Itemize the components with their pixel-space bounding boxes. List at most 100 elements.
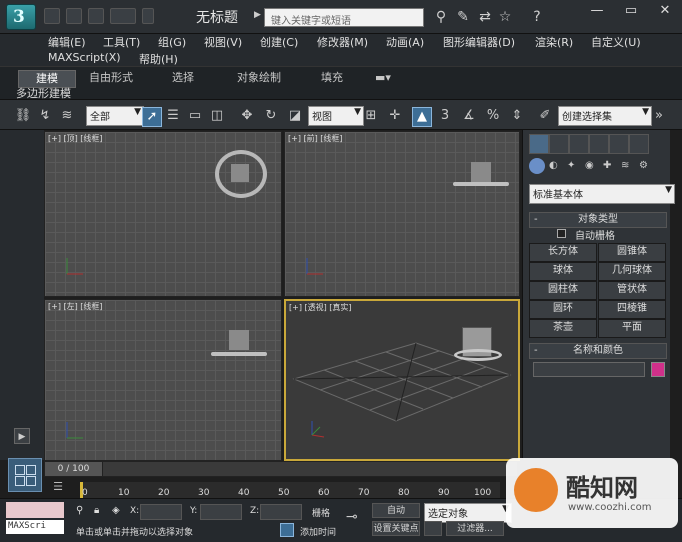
modify-tab-icon[interactable] — [549, 134, 569, 154]
time-slider[interactable]: 0 / 100 — [44, 461, 518, 477]
object-name-input[interactable] — [533, 362, 645, 377]
viewport-top[interactable]: [+] [顶] [线框] — [44, 131, 282, 297]
snaps-toggle-icon[interactable]: 3 — [436, 107, 454, 125]
maxscript-listener[interactable]: MAXScri — [6, 520, 64, 534]
cylinder-button[interactable]: 圆柱体 — [529, 281, 597, 300]
menu-views[interactable]: 视图(V) — [204, 34, 242, 50]
favorites-star-icon[interactable]: ☆ — [496, 8, 514, 26]
add-time-tag-label[interactable]: 添加时间 — [300, 525, 336, 538]
quick-access-more-icon[interactable] — [142, 8, 154, 24]
lock-icon[interactable]: 🔒︎ — [94, 505, 99, 516]
scale-icon[interactable]: ◪ — [286, 107, 304, 125]
absolute-mode-icon[interactable]: ◈ — [112, 505, 120, 516]
torus-object[interactable] — [211, 352, 267, 356]
auto-key-button[interactable]: 自动 — [372, 503, 420, 518]
box-object[interactable] — [231, 164, 249, 182]
set-key-button[interactable]: 设置关键点 — [372, 521, 420, 536]
search-expand-icon[interactable]: ▶ — [254, 10, 262, 24]
menu-rendering[interactable]: 渲染(R) — [535, 34, 573, 50]
key-icon[interactable]: ⊸ — [346, 509, 358, 525]
menu-help[interactable]: 帮助(H) — [139, 51, 178, 67]
pyramid-button[interactable]: 四棱锥 — [598, 300, 666, 319]
cone-button[interactable]: 圆锥体 — [598, 243, 666, 262]
box-button[interactable]: 长方体 — [529, 243, 597, 262]
menu-group[interactable]: 组(G) — [158, 34, 186, 50]
torus-object[interactable] — [454, 349, 502, 361]
torus-button[interactable]: 圆环 — [529, 300, 597, 319]
tab-object-paint[interactable]: 对象绘制 — [228, 70, 290, 86]
y-coordinate-input[interactable] — [200, 504, 242, 520]
tab-populate[interactable]: 填充 — [310, 70, 354, 86]
utilities-tab-icon[interactable] — [629, 134, 649, 154]
menu-edit[interactable]: 编辑(E) — [48, 34, 86, 50]
open-file-icon[interactable] — [66, 8, 82, 24]
exchange-icon[interactable]: ⇄ — [476, 8, 494, 26]
time-tag-icon[interactable] — [280, 523, 294, 537]
track-bar-icon[interactable]: ☰ — [50, 480, 66, 496]
rotate-icon[interactable]: ↻ — [262, 107, 280, 125]
select-manipulate-icon[interactable]: ✛ — [386, 107, 404, 125]
viewport-front[interactable]: [+] [前] [线框] — [284, 131, 520, 297]
keyboard-shortcut-toggle-icon[interactable]: ▲ — [412, 107, 432, 127]
key-filter-icon[interactable] — [424, 521, 442, 536]
angle-snap-icon[interactable]: ∡ — [460, 107, 478, 125]
select-object-icon[interactable]: ➚ — [142, 107, 162, 127]
maximize-button[interactable]: ▭ — [614, 0, 648, 22]
object-category-dropdown[interactable]: 标准基本体 ▼ — [529, 184, 675, 204]
viewport-left[interactable]: [+] [左] [线框] — [44, 299, 282, 461]
tab-freeform[interactable]: 自由形式 — [82, 70, 140, 86]
tube-button[interactable]: 管状体 — [598, 281, 666, 300]
menu-modifiers[interactable]: 修改器(M) — [317, 34, 368, 50]
menu-graph-editors[interactable]: 图形编辑器(D) — [443, 34, 515, 50]
play-icon[interactable]: ▶ — [14, 428, 30, 444]
plane-button[interactable]: 平面 — [598, 319, 666, 338]
search-input[interactable]: 键入关键字或短语 — [264, 8, 424, 27]
reference-coordinate-dropdown[interactable]: 视图 ▼ — [308, 106, 364, 126]
motion-tab-icon[interactable] — [589, 134, 609, 154]
viewport-label[interactable]: [+] [顶] [线框] — [48, 133, 103, 144]
create-tab-icon[interactable] — [529, 134, 549, 154]
viewport-layout-icon[interactable] — [8, 458, 42, 492]
object-color-swatch[interactable] — [651, 362, 665, 377]
tab-selection[interactable]: 选择 — [158, 70, 208, 86]
polygon-modeling-tab[interactable]: 多边形建模 — [16, 85, 71, 100]
time-slider-thumb[interactable]: 0 / 100 — [45, 462, 103, 476]
save-icon[interactable] — [88, 8, 104, 24]
menu-animation[interactable]: 动画(A) — [386, 34, 424, 50]
key-filters-button[interactable]: 过滤器... — [446, 521, 504, 536]
systems-icon[interactable]: ⚙ — [639, 160, 648, 171]
spinner-snap-icon[interactable]: ⇕ — [508, 107, 526, 125]
selected-dropdown[interactable]: 选定对象▼ — [424, 503, 512, 523]
window-crossing-icon[interactable]: ◫ — [208, 107, 226, 125]
geometry-icon[interactable] — [529, 158, 545, 174]
display-tab-icon[interactable] — [609, 134, 629, 154]
bind-space-warp-icon[interactable]: ≋ — [58, 107, 76, 125]
ribbon-options-icon[interactable]: ▬▾ — [370, 70, 396, 86]
edit-named-sets-icon[interactable]: ✐ — [536, 107, 554, 125]
undo-icon[interactable] — [110, 8, 136, 24]
viewport-label[interactable]: [+] [前] [线框] — [288, 133, 343, 144]
toolbar-more-icon[interactable]: » — [650, 107, 668, 125]
object-type-rollout-header[interactable]: - 对象类型 — [529, 212, 667, 228]
hierarchy-tab-icon[interactable] — [569, 134, 589, 154]
z-coordinate-input[interactable] — [260, 504, 302, 520]
named-selection-set-dropdown[interactable]: 创建选择集 ▼ — [558, 106, 652, 126]
autogrid-checkbox[interactable] — [557, 229, 566, 238]
rect-selection-icon[interactable]: ▭ — [186, 107, 204, 125]
wrench-icon[interactable]: ✎ — [454, 8, 472, 26]
helpers-icon[interactable]: ✚ — [603, 160, 611, 171]
box-object[interactable] — [471, 162, 491, 182]
space-warps-icon[interactable]: ≋ — [621, 160, 629, 171]
close-button[interactable]: ✕ — [648, 0, 682, 22]
track-bar[interactable]: 0 10 20 30 40 50 60 70 80 90 100 — [80, 482, 500, 498]
cameras-icon[interactable]: ◉ — [585, 160, 594, 171]
link-icon[interactable]: ⛓ — [14, 107, 32, 125]
selection-filter-dropdown[interactable]: 全部 ▼ — [86, 106, 144, 126]
percent-snap-icon[interactable]: % — [484, 107, 502, 125]
lights-icon[interactable]: ✦ — [567, 160, 575, 171]
select-by-name-icon[interactable]: ☰ — [164, 107, 182, 125]
minimize-button[interactable]: — — [580, 0, 614, 22]
pivot-center-icon[interactable]: ⊞ — [362, 107, 380, 125]
teapot-button[interactable]: 茶壶 — [529, 319, 597, 338]
application-menu-button[interactable]: 3 — [6, 4, 36, 30]
